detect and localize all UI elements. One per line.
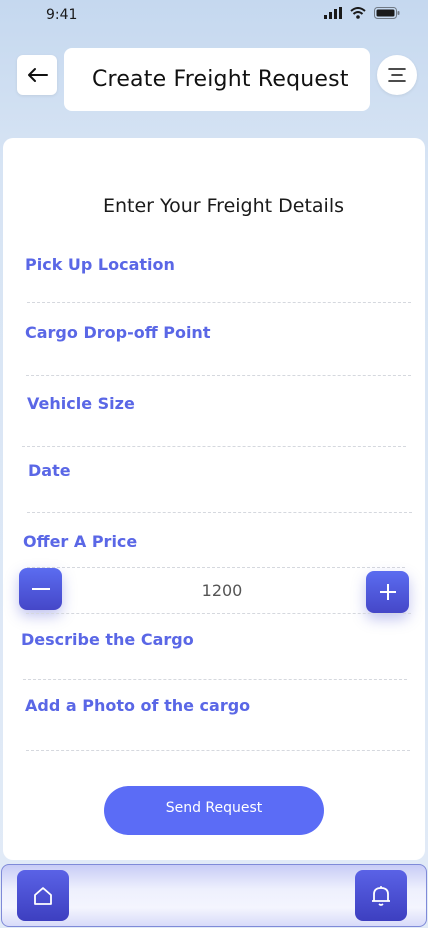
status-time: 9:41 — [46, 7, 78, 23]
vehicle-size-field[interactable]: Vehicle Size — [27, 394, 135, 413]
decrease-price-button[interactable] — [19, 568, 62, 610]
increase-price-button[interactable] — [366, 571, 409, 613]
price-input[interactable]: 1200 — [190, 581, 254, 600]
divider — [26, 613, 411, 614]
battery-icon — [374, 7, 400, 19]
divider — [27, 512, 412, 513]
home-button[interactable] — [17, 870, 69, 921]
send-request-button[interactable]: Send Request — [104, 786, 324, 835]
pickup-location-field[interactable]: Pick Up Location — [25, 255, 175, 274]
divider — [26, 375, 411, 376]
divider — [26, 750, 410, 751]
dropoff-point-field[interactable]: Cargo Drop-off Point — [25, 323, 210, 342]
date-field[interactable]: Date — [28, 461, 71, 480]
menu-button[interactable] — [377, 55, 417, 95]
arrow-left-icon — [28, 68, 48, 82]
divider — [23, 679, 407, 680]
divider — [22, 446, 406, 447]
back-button[interactable] — [17, 55, 57, 95]
status-bar: 9:41 — [0, 0, 428, 30]
menu-icon — [388, 68, 406, 82]
signal-icon — [324, 7, 342, 19]
offer-price-label: Offer A Price — [23, 532, 138, 551]
minus-icon — [31, 588, 50, 590]
divider — [27, 302, 411, 303]
divider — [27, 567, 405, 568]
status-icons — [324, 7, 400, 19]
form-heading: Enter Your Freight Details — [103, 195, 345, 217]
page-title-box: Create Freight Request — [64, 48, 370, 111]
add-photo-field[interactable]: Add a Photo of the cargo — [25, 696, 250, 715]
bell-icon — [372, 885, 390, 906]
notifications-button[interactable] — [355, 870, 407, 921]
plus-icon — [379, 584, 396, 600]
wifi-icon — [350, 7, 366, 19]
describe-cargo-field[interactable]: Describe the Cargo — [21, 630, 194, 649]
form-card — [3, 138, 425, 860]
page-title: Create Freight Request — [92, 67, 349, 92]
home-icon — [34, 886, 52, 905]
